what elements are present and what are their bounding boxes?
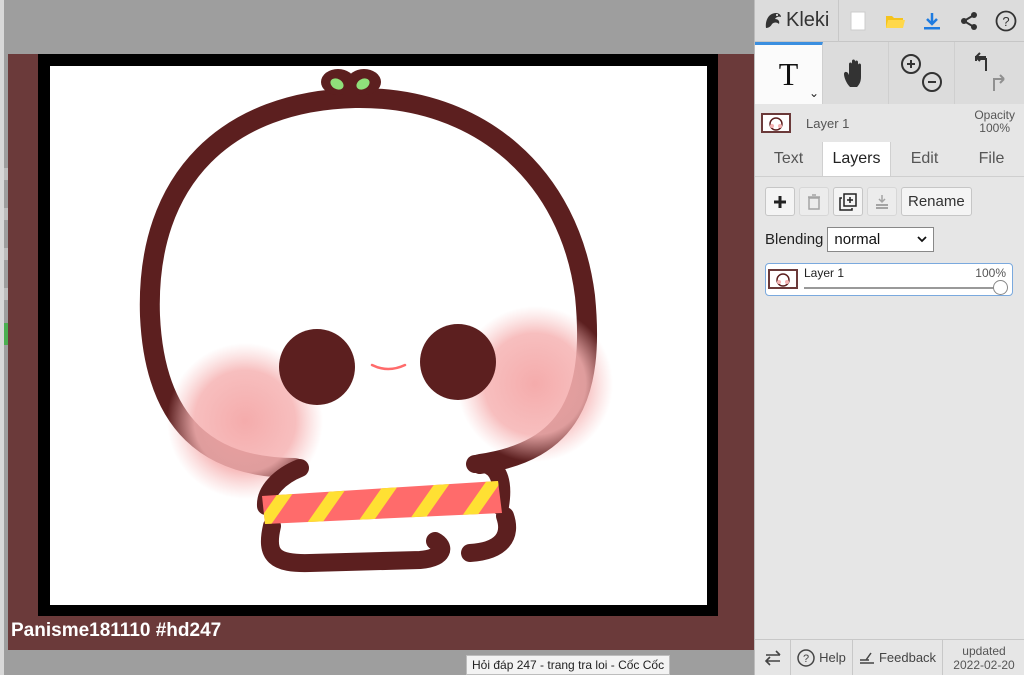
eye-left — [279, 329, 355, 405]
edge-mark — [4, 168, 8, 180]
text-tool-glyph: T — [778, 56, 799, 92]
current-layer-name: Layer 1 — [806, 115, 850, 131]
duplicate-icon — [839, 192, 857, 211]
svg-text:?: ? — [1002, 14, 1009, 29]
canvas-background-top — [8, 0, 758, 54]
layer-opacity: 100% — [975, 266, 1006, 280]
tool-row: T ⌄ — [755, 42, 1024, 104]
text-tool-button[interactable]: T ⌄ — [755, 42, 823, 104]
watermark-text: Panisme181110 #hd247 — [11, 620, 222, 641]
app-window: Panisme181110 #hd247 Hỏi đáp 247 - trang… — [0, 0, 1024, 675]
add-layer-button[interactable] — [765, 187, 795, 216]
kleki-bird-icon — [765, 12, 781, 28]
edge-mark — [4, 288, 8, 300]
help-label: Help — [819, 650, 846, 665]
history-icons — [975, 52, 1005, 91]
opacity-readout: Opacity 100% — [974, 109, 1015, 135]
new-image-button[interactable] — [839, 0, 876, 42]
chevron-down-icon — [917, 236, 928, 243]
blending-select[interactable]: normal — [827, 227, 935, 252]
layer-actions: Rename — [765, 187, 972, 216]
help-button[interactable]: ? — [987, 0, 1024, 42]
tab-edit[interactable]: Edit — [891, 142, 958, 176]
base — [260, 517, 451, 573]
feedback-label: Feedback — [878, 650, 937, 665]
version-info: updated 2022-02-20 — [943, 640, 1024, 675]
help-link[interactable]: ? Help — [791, 639, 853, 675]
share-icon — [960, 11, 977, 30]
layer-thumbnail — [761, 113, 791, 133]
merge-down-icon — [876, 194, 888, 209]
open-button[interactable] — [876, 0, 913, 42]
duplicate-layer-button[interactable] — [833, 187, 863, 216]
help-icon: ? — [797, 648, 815, 667]
redo-icon — [993, 74, 1005, 91]
updated-label: updated — [962, 643, 1006, 658]
trash-icon — [808, 193, 820, 210]
open-folder-icon — [885, 15, 905, 28]
zoom-controls — [889, 42, 955, 104]
help-icon: ? — [995, 10, 1016, 31]
tab-file[interactable]: File — [958, 142, 1024, 176]
edge-mark — [4, 208, 8, 220]
swap-sides-button[interactable] — [755, 639, 791, 675]
tab-layers[interactable]: Layers — [822, 142, 891, 176]
plus-icon — [774, 195, 786, 208]
hand-icon — [843, 59, 861, 87]
layer-thumbnail — [768, 269, 798, 289]
layer-name: Layer 1 — [804, 266, 845, 280]
character-drawing — [139, 69, 613, 573]
svg-text:?: ? — [803, 653, 809, 665]
download-icon — [923, 12, 940, 29]
layer-opacity-slider[interactable] — [804, 287, 1000, 289]
layer-list-item[interactable]: Layer 1 100% — [765, 263, 1013, 296]
status-tooltip: Hỏi đáp 247 - trang tra loi - Cốc Cốc — [466, 655, 671, 675]
swap-icon — [764, 649, 781, 666]
zoom-in-icon — [900, 54, 921, 74]
blending-row: Blending normal — [765, 227, 935, 252]
hand-tool-button[interactable] — [823, 42, 889, 104]
layer-opacity-handle[interactable] — [993, 280, 1008, 295]
new-image-icon — [850, 11, 865, 30]
mouth — [370, 363, 407, 371]
kleki-logo[interactable]: Kleki — [755, 0, 839, 42]
tab-text[interactable]: Text — [755, 142, 822, 176]
chevron-down-icon[interactable]: ⌄ — [809, 86, 819, 100]
merge-down-button[interactable] — [867, 187, 897, 216]
current-layer-strip[interactable]: Layer 1 Opacity 100% — [755, 104, 1024, 142]
rename-layer-button[interactable]: Rename — [901, 187, 972, 216]
canvas-area[interactable]: Panisme181110 #hd247 — [0, 0, 758, 675]
feedback-icon — [859, 652, 874, 664]
updated-date: 2022-02-20 — [953, 657, 1015, 672]
undo-icon — [975, 52, 987, 71]
blending-value: normal — [834, 231, 881, 248]
top-bar: Kleki ? — [755, 0, 1024, 42]
delete-layer-button[interactable] — [799, 187, 829, 216]
panel-tabs: Text Layers Edit File — [755, 142, 1024, 177]
edge-mark — [4, 248, 8, 260]
sidebar: Kleki ? T ⌄ Layer 1 Opacity 100% Text La… — [754, 0, 1024, 675]
drawing-canvas[interactable] — [50, 66, 707, 605]
app-name: Kleki — [786, 9, 830, 31]
eye-right — [420, 324, 496, 400]
feedback-link[interactable]: Feedback — [853, 639, 943, 675]
opacity-value: 100% — [979, 121, 1010, 135]
sidebar-footer: ? Help Feedback updated 2022-02-20 — [755, 639, 1024, 675]
download-button[interactable] — [913, 0, 950, 42]
history-controls — [955, 42, 1024, 104]
edge-mark-active — [4, 323, 8, 345]
blending-label: Blending — [765, 231, 824, 248]
share-button[interactable] — [950, 0, 987, 42]
zoom-icons — [900, 54, 942, 92]
zoom-out-icon — [921, 72, 942, 92]
